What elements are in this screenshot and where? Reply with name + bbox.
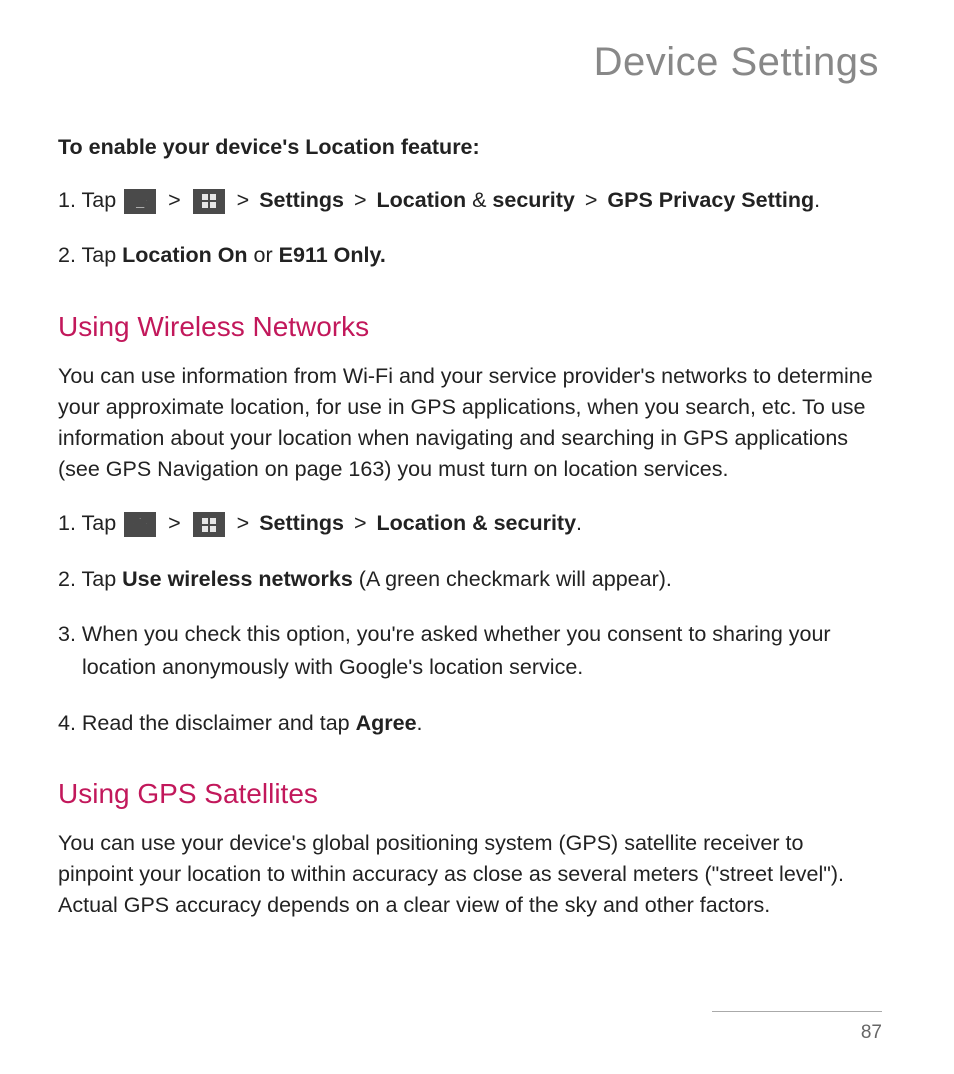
- separator-gt: >: [158, 188, 191, 212]
- wireless-step-3: 3. When you check this option, you're as…: [58, 618, 884, 685]
- nav-gps-privacy: GPS Privacy Setting: [607, 188, 814, 212]
- page-footer: 87: [712, 1011, 882, 1044]
- wstep-2-rest: (A green checkmark will appear).: [353, 567, 672, 591]
- agree-label: Agree: [356, 711, 417, 735]
- use-wireless-networks-label: Use wireless networks: [122, 567, 353, 591]
- separator-gt: >: [227, 188, 260, 212]
- step-1-prefix: 1. Tap: [58, 188, 122, 212]
- step-2-mid: or: [248, 243, 279, 267]
- wstep-4-end: .: [417, 711, 423, 735]
- nav-security: security: [492, 188, 574, 212]
- nav-settings: Settings: [259, 511, 344, 535]
- page-title: Device Settings: [58, 40, 884, 85]
- wireless-step-1: 1. Tap > > Settings > Location & securit…: [58, 507, 884, 540]
- home-icon: [124, 189, 156, 214]
- home-icon: [124, 512, 156, 537]
- gps-body: You can use your device's global positio…: [58, 828, 884, 922]
- separator-gt: >: [344, 511, 377, 535]
- step-2-prefix: 2. Tap: [58, 243, 122, 267]
- page-number: 87: [712, 1022, 882, 1044]
- section-heading-gps: Using GPS Satellites: [58, 778, 884, 810]
- wireless-body: You can use information from Wi-Fi and y…: [58, 361, 884, 486]
- intro-heading: To enable your device's Location feature…: [58, 135, 884, 160]
- step-1: 1. Tap > > Settings > Location & securit…: [58, 184, 884, 217]
- step-2: 2. Tap Location On or E911 Only.: [58, 239, 884, 272]
- separator-gt: >: [575, 188, 608, 212]
- wireless-step-4: 4. Read the disclaimer and tap Agree.: [58, 707, 884, 740]
- separator-gt: >: [158, 511, 191, 535]
- apps-icon: [193, 189, 225, 214]
- nav-location-security: Location & security: [377, 511, 577, 535]
- location-on-label: Location On: [122, 243, 247, 267]
- nav-settings: Settings: [259, 188, 344, 212]
- separator-gt: >: [227, 511, 260, 535]
- wstep-2-prefix: 2. Tap: [58, 567, 122, 591]
- wstep-1-end: .: [576, 511, 582, 535]
- apps-icon: [193, 512, 225, 537]
- wireless-step-2: 2. Tap Use wireless networks (A green ch…: [58, 563, 884, 596]
- nav-location: Location: [377, 188, 467, 212]
- wstep-1-prefix: 1. Tap: [58, 511, 122, 535]
- section-heading-wireless: Using Wireless Networks: [58, 311, 884, 343]
- e911-only-label: E911 Only.: [279, 243, 386, 267]
- wstep-4-prefix: 4. Read the disclaimer and tap: [58, 711, 356, 735]
- footer-divider: [712, 1011, 882, 1012]
- separator-gt: >: [344, 188, 377, 212]
- amp-text: &: [466, 188, 492, 212]
- step-1-end: .: [814, 188, 820, 212]
